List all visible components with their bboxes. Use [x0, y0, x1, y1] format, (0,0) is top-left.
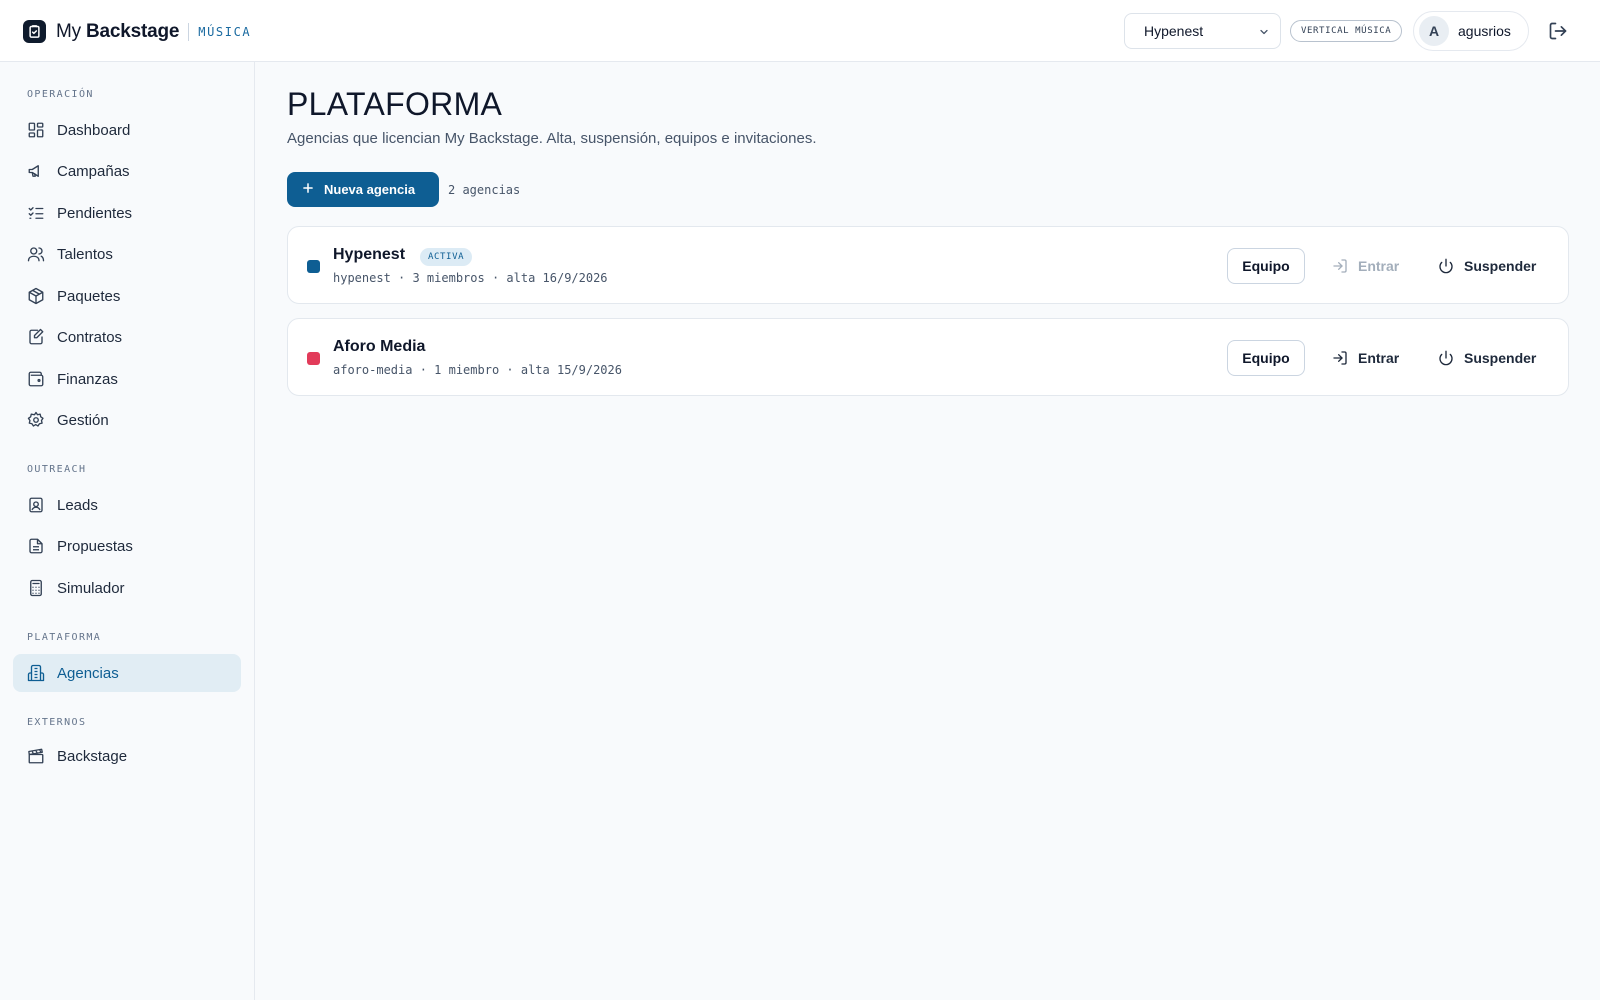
brand-name: My Backstage	[56, 20, 180, 42]
clapper-icon	[27, 747, 45, 765]
sidebar-item-finanzas[interactable]: Finanzas	[13, 360, 241, 398]
plus-icon	[301, 181, 315, 198]
agency-name: Aforo Media	[333, 338, 426, 355]
enter-button[interactable]: Entrar	[1332, 340, 1399, 376]
document-icon	[27, 537, 45, 555]
sidebar-item-label: Paquetes	[57, 287, 121, 305]
page-subtitle: Agencias que licencian My Backstage. Alt…	[287, 130, 817, 147]
sidebar-item-label: Pendientes	[57, 204, 133, 222]
sidebar: OPERACIÓN Dashboard Campañas Pendientes …	[0, 62, 255, 1000]
calculator-icon	[27, 579, 45, 597]
enter-button[interactable]: Entrar	[1332, 248, 1399, 284]
status-badge: ACTIVA	[420, 248, 473, 266]
sidebar-item-label: Simulador	[57, 579, 125, 597]
power-icon	[1438, 258, 1454, 274]
login-icon	[1332, 258, 1348, 274]
suspend-button[interactable]: Suspender	[1438, 340, 1536, 376]
avatar: A	[1419, 16, 1449, 46]
agency-meta: hypenest · 3 miembros · alta 16/9/2026	[333, 271, 608, 285]
new-agency-label: Nueva agencia	[324, 182, 416, 197]
contract-icon	[27, 328, 45, 346]
sidebar-item-label: Gestión	[57, 411, 109, 429]
logout-icon[interactable]	[1548, 21, 1568, 41]
agency-count: 2 agencias	[448, 183, 521, 197]
package-icon	[27, 287, 45, 305]
sidebar-item-label: Propuestas	[57, 537, 133, 555]
gear-icon	[27, 411, 45, 429]
username: agusrios	[1458, 23, 1511, 39]
agency-name: Hypenest	[333, 246, 406, 263]
sidebar-item-talentos[interactable]: Talentos	[13, 235, 241, 273]
megaphone-icon	[27, 162, 45, 180]
sidebar-item-propuestas[interactable]: Propuestas	[13, 527, 241, 565]
enter-label: Entrar	[1358, 350, 1400, 366]
wallet-icon	[27, 370, 45, 388]
clipboard-logo-icon	[23, 20, 46, 43]
sidebar-item-gestion[interactable]: Gestión	[13, 401, 241, 439]
sidebar-item-paquetes[interactable]: Paquetes	[13, 277, 241, 315]
agency-select[interactable]: Hypenest	[1124, 13, 1281, 49]
sidebar-section-externos: EXTERNOS	[27, 717, 87, 728]
agency-card-aforo-media: Aforo Media aforo-media · 1 miembro · al…	[287, 318, 1569, 396]
sidebar-item-label: Finanzas	[57, 370, 118, 388]
agency-meta: aforo-media · 1 miembro · alta 15/9/2026	[333, 363, 622, 377]
sidebar-item-label: Agencias	[57, 664, 119, 682]
brand-vertical-tag: MÚSICA	[198, 24, 252, 39]
team-button[interactable]: Equipo	[1227, 340, 1305, 376]
agency-card-hypenest: Hypenest ACTIVA hypenest · 3 miembros · …	[287, 226, 1569, 304]
sidebar-item-label: Dashboard	[57, 121, 131, 139]
sidebar-item-campanas[interactable]: Campañas	[13, 152, 241, 190]
top-bar: My Backstage MÚSICA Hypenest VERTICAL MÚ…	[0, 0, 1600, 62]
vertical-badge: VERTICAL MÚSICA	[1290, 20, 1403, 42]
brand[interactable]: My Backstage MÚSICA	[23, 20, 251, 43]
team-button[interactable]: Equipo	[1227, 248, 1305, 284]
enter-label: Entrar	[1358, 258, 1400, 274]
agency-color-dot	[307, 260, 320, 273]
suspend-button[interactable]: Suspender	[1438, 248, 1536, 284]
sidebar-item-dashboard[interactable]: Dashboard	[13, 111, 241, 149]
page-title: PLATAFORMA	[287, 86, 503, 122]
sidebar-item-contratos[interactable]: Contratos	[13, 318, 241, 356]
sidebar-item-label: Campañas	[57, 162, 130, 180]
sidebar-item-pendientes[interactable]: Pendientes	[13, 194, 241, 232]
sidebar-item-label: Contratos	[57, 328, 123, 346]
power-icon	[1438, 350, 1454, 366]
sidebar-item-leads[interactable]: Leads	[13, 486, 241, 524]
sidebar-section-plataforma: PLATAFORMA	[27, 632, 102, 643]
dashboard-icon	[27, 121, 45, 139]
agency-color-dot	[307, 352, 320, 365]
sidebar-item-agencias[interactable]: Agencias	[13, 654, 241, 692]
checklist-icon	[27, 204, 45, 222]
new-agency-button[interactable]: Nueva agencia	[287, 172, 439, 207]
sidebar-item-label: Backstage	[57, 747, 128, 765]
sidebar-item-simulador[interactable]: Simulador	[13, 569, 241, 607]
suspend-label: Suspender	[1464, 258, 1537, 274]
brand-divider	[188, 22, 190, 41]
suspend-label: Suspender	[1464, 350, 1537, 366]
sidebar-section-outreach: OUTREACH	[27, 464, 87, 475]
chevron-down-icon	[1258, 25, 1270, 41]
contact-icon	[27, 496, 45, 514]
users-icon	[27, 245, 45, 263]
sidebar-section-operacion: OPERACIÓN	[27, 89, 94, 100]
agency-select-value: Hypenest	[1144, 23, 1204, 39]
building-icon	[27, 664, 45, 682]
sidebar-item-backstage[interactable]: Backstage	[13, 737, 241, 775]
sidebar-item-label: Talentos	[57, 245, 113, 263]
sidebar-item-label: Leads	[57, 496, 98, 514]
login-icon	[1332, 350, 1348, 366]
user-menu[interactable]: A agusrios	[1413, 11, 1529, 51]
